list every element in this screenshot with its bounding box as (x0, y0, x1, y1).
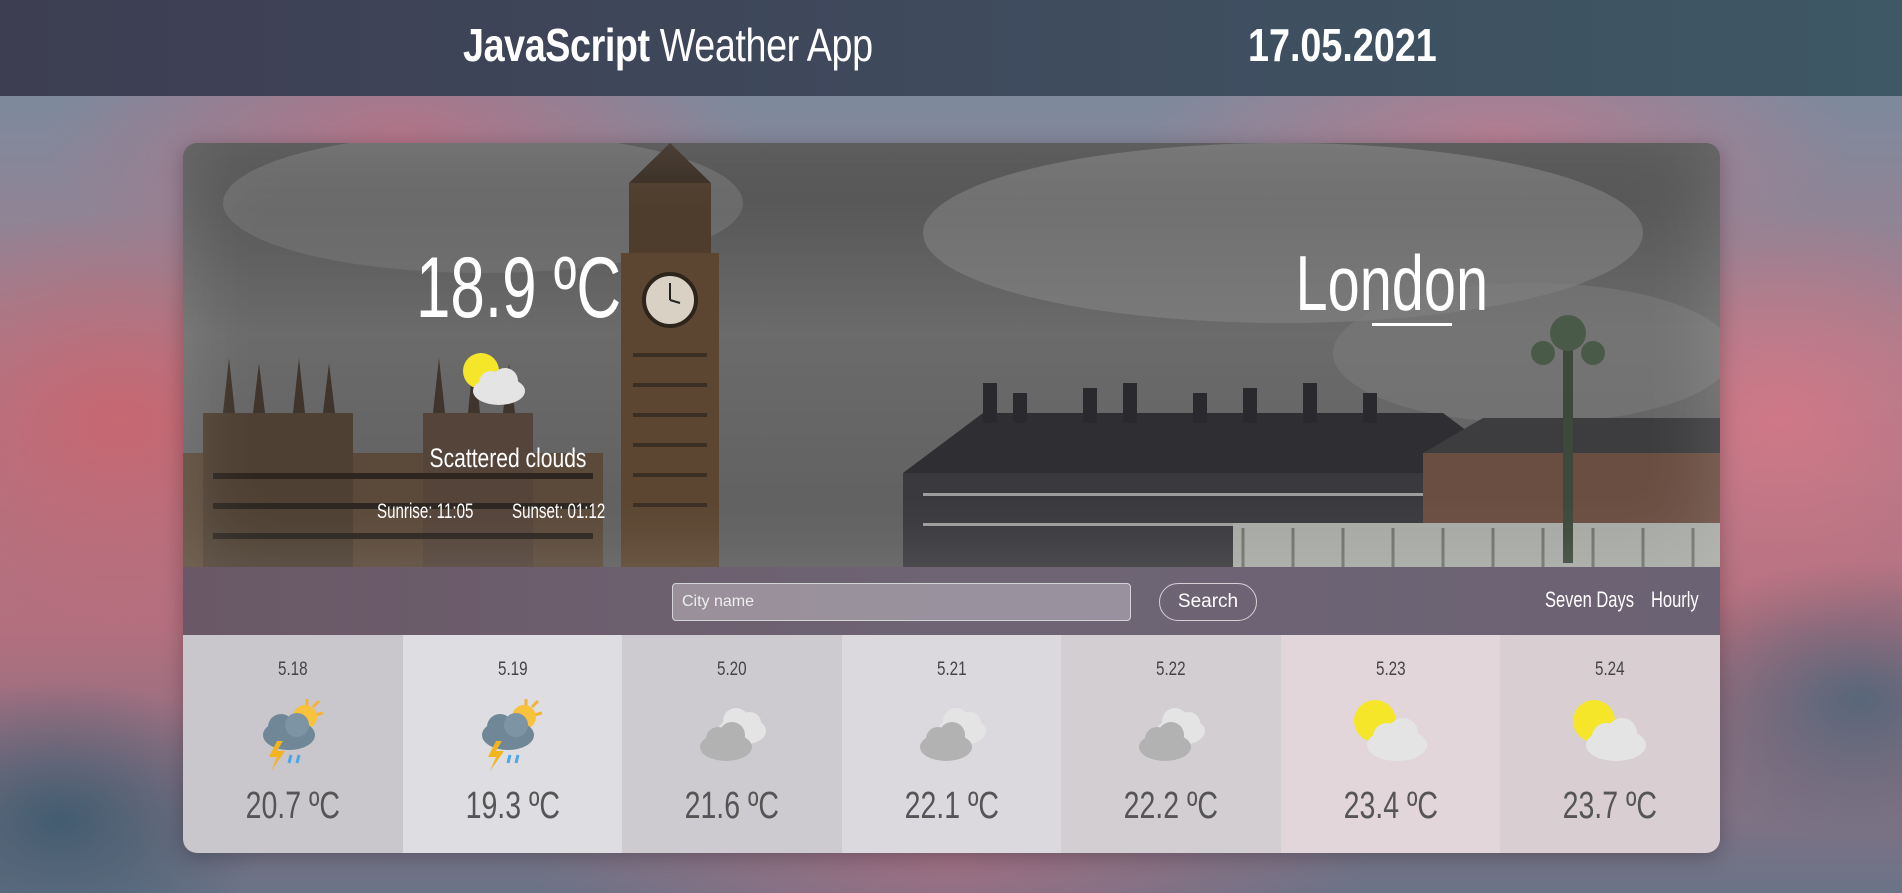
app-title-light: Weather App (659, 19, 873, 71)
tab-seven-days[interactable]: Seven Days (1545, 587, 1634, 613)
forecast-day: 5.23 23.4 ºC (1280, 635, 1501, 853)
current-condition: Scattered clouds (429, 443, 587, 473)
seven-day-forecast: 5.18 20.7 ºC 5.19 19.3 ºC 5.20 21.6 ºC 5.21 22.… (183, 635, 1720, 853)
forecast-day: 5.20 21.6 ºC (622, 635, 842, 853)
city-hero-image: 18.9 ºC Scattered clouds Sunrise: 11:05 … (183, 143, 1720, 567)
forecast-day: 5.19 19.3 ºC (402, 635, 623, 853)
city-search-input[interactable] (672, 583, 1131, 621)
sun-behind-cloud-icon (1568, 695, 1652, 780)
forecast-date: 5.19 (497, 659, 528, 680)
sunrise-time: Sunrise: 11:05 (377, 500, 474, 523)
current-temperature: 18.9 ºC (416, 240, 622, 336)
search-button[interactable]: Search (1159, 583, 1257, 621)
forecast-temperature: 22.1 ºC (904, 785, 999, 827)
sun-behind-cloud-icon (1349, 695, 1433, 780)
current-date: 17.05.2021 (1248, 19, 1437, 71)
forecast-date: 5.18 (277, 659, 308, 680)
forecast-date: 5.22 (1156, 659, 1186, 680)
app-title-bold: JavaScript (463, 19, 650, 71)
tab-hourly[interactable]: Hourly (1651, 587, 1699, 613)
sunset-time: Sunset: 01:12 (512, 500, 606, 523)
thunderstorm-sun-icon (470, 695, 554, 780)
forecast-date: 5.24 (1595, 659, 1626, 680)
search-bar: Search Seven Days Hourly (183, 567, 1720, 635)
thunderstorm-sun-icon (251, 695, 335, 780)
forecast-temperature: 23.4 ºC (1343, 785, 1438, 827)
cloudy-icon (910, 695, 994, 780)
city-name: London (1295, 239, 1489, 327)
forecast-temperature: 23.7 ºC (1563, 785, 1658, 827)
forecast-temperature: 22.2 ºC (1123, 785, 1219, 827)
weather-card: 18.9 ºC Scattered clouds Sunrise: 11:05 … (183, 143, 1720, 853)
cloudy-icon (1129, 695, 1213, 780)
forecast-day: 5.24 23.7 ºC (1500, 635, 1720, 853)
city-underline (1372, 323, 1452, 326)
forecast-day: 5.21 22.1 ºC (841, 635, 1062, 853)
forecast-temperature: 19.3 ºC (465, 785, 560, 827)
forecast-day: 5.22 22.2 ºC (1061, 635, 1281, 853)
app-title: JavaScript Weather App (463, 18, 873, 78)
sun-behind-cloud-icon (459, 349, 529, 414)
forecast-date: 5.20 (717, 659, 747, 680)
cloudy-icon (690, 695, 774, 780)
forecast-date: 5.23 (1375, 659, 1406, 680)
forecast-day: 5.18 20.7 ºC (183, 635, 403, 853)
header-bar: JavaScript Weather App 17.05.2021 (0, 0, 1902, 96)
forecast-temperature: 21.6 ºC (684, 785, 780, 827)
forecast-temperature: 20.7 ºC (245, 785, 340, 827)
forecast-date: 5.21 (936, 659, 967, 680)
